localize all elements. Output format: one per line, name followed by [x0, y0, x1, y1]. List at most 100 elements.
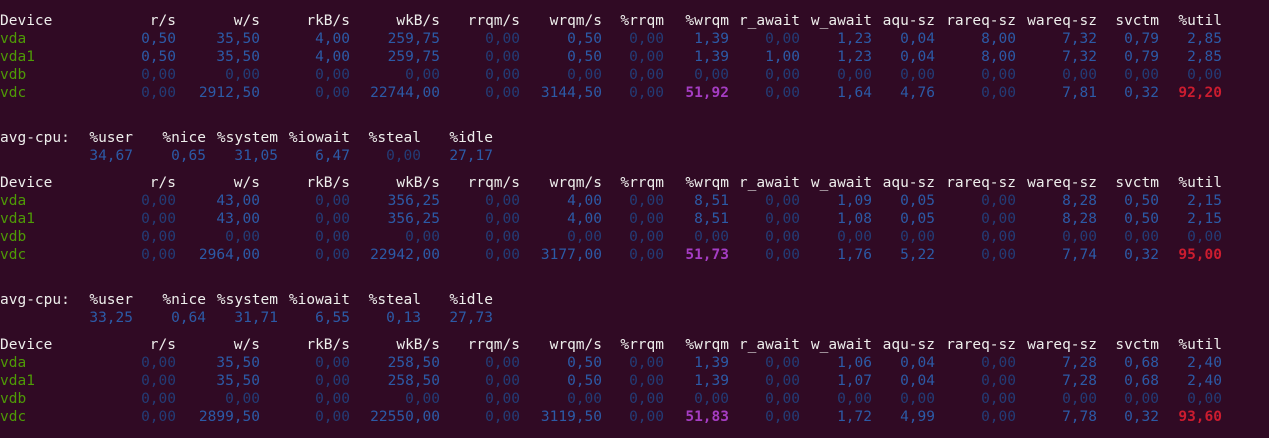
- value-w-await: 1,09: [837, 193, 872, 209]
- value-rkb-s: 0,00: [315, 67, 350, 83]
- device-name: vda1: [0, 211, 35, 227]
- value-svctm: 0,50: [1124, 211, 1159, 227]
- device-row-vdc: vdc 0,00 2899,50 0,00 22550,00 0,00 3119,50 0,0…: [0, 408, 1269, 426]
- device-row-vda: vda 0,00 35,50 0,00 258,50 0,00 0,50 0,00 1,39 0,…: [0, 354, 1269, 372]
- value-aqu-sz: 0,04: [900, 355, 935, 371]
- value-pct-rrqm: 0,00: [629, 31, 664, 47]
- value-pct-util: 2,15: [1187, 193, 1222, 209]
- device-name: vda1: [0, 373, 35, 389]
- value-w-await: 1,76: [837, 247, 872, 263]
- value-wareq-sz: 8,28: [1062, 211, 1097, 227]
- device-row-vdb: vdb 0,00 0,00 0,00 0,00 0,00 0,00 0,00 0,00 0,00 0…: [0, 66, 1269, 84]
- value-pct-util: 0,00: [1187, 67, 1222, 83]
- value-rrqm-s: 0,00: [485, 67, 520, 83]
- value-svctm: 0,50: [1124, 193, 1159, 209]
- value-aqu-sz: 4,76: [900, 85, 935, 101]
- value-pct-wrqm: 51,73: [685, 247, 729, 263]
- device-name: vda: [0, 31, 27, 47]
- cpu-header-row: avg-cpu: %user %nice %system %iowait %steal %i…: [0, 129, 1269, 147]
- value-wareq-sz: 7,32: [1062, 49, 1097, 65]
- cpu-value-iowait: 6,55: [315, 310, 350, 326]
- column-header-w-s: w/s: [233, 175, 260, 191]
- column-header-rareq-sz: rareq-sz: [946, 337, 1016, 353]
- terminal-window[interactable]: Device r/s w/s rkB/s wkB/s rrqm/s wrqm/s %rrqm%…: [0, 0, 1269, 438]
- value-r-s: 0,00: [141, 409, 176, 425]
- column-header-device: Device: [0, 13, 53, 29]
- column-header-r-await: r_await: [738, 13, 800, 29]
- value-aqu-sz: 0,00: [900, 67, 935, 83]
- value-wrqm-s: 0,50: [567, 49, 602, 65]
- value-w-await: 1,64: [837, 85, 872, 101]
- value-wrqm-s: 0,50: [567, 355, 602, 371]
- value-rkb-s: 0,00: [315, 229, 350, 245]
- column-header-svctm: svctm: [1115, 337, 1159, 353]
- value-rkb-s: 0,00: [315, 193, 350, 209]
- cpu-value-steal: 0,00: [386, 148, 421, 164]
- column-header-rrqm-s: rrqm/s: [467, 175, 520, 191]
- value-pct-wrqm: 8,51: [694, 211, 729, 227]
- value-rareq-sz: 8,00: [981, 31, 1016, 47]
- cpu-values-row: 33,25 0,64 31,71 6,55 0,13 27,73: [0, 309, 1269, 327]
- device-row-vdb: vdb 0,00 0,00 0,00 0,00 0,00 0,00 0,00 0,00 0,00 0…: [0, 228, 1269, 246]
- value-wrqm-s: 4,00: [567, 193, 602, 209]
- value-wareq-sz: 8,28: [1062, 193, 1097, 209]
- value-rkb-s: 0,00: [315, 211, 350, 227]
- value-pct-rrqm: 0,00: [629, 247, 664, 263]
- device-header-row: Device r/s w/s rkB/s wkB/s rrqm/s wrqm/s %rrqm%…: [0, 336, 1269, 354]
- value-rkb-s: 0,00: [315, 355, 350, 371]
- value-r-await: 0,00: [765, 409, 800, 425]
- value-pct-wrqm: 51,92: [685, 85, 729, 101]
- value-aqu-sz: 0,05: [900, 211, 935, 227]
- value-pct-util: 2,40: [1187, 373, 1222, 389]
- value-svctm: 0,68: [1124, 355, 1159, 371]
- cpu-value-idle: 27,73: [449, 310, 493, 326]
- value-wrqm-s: 3119,50: [540, 409, 602, 425]
- value-aqu-sz: 5,22: [900, 247, 935, 263]
- column-header-wareq-sz: wareq-sz: [1027, 13, 1097, 29]
- value-rareq-sz: 0,00: [981, 67, 1016, 83]
- value-aqu-sz: 0,00: [900, 229, 935, 245]
- value-w-s: 0,00: [225, 67, 260, 83]
- value-pct-util: 2,15: [1187, 211, 1222, 227]
- value-rrqm-s: 0,00: [485, 355, 520, 371]
- value-rrqm-s: 0,00: [485, 85, 520, 101]
- value-pct-util: 92,20: [1178, 85, 1222, 101]
- device-name: vda: [0, 355, 27, 371]
- column-header-r-s: r/s: [149, 13, 176, 29]
- column-header-pct-wrqm: %wrqm: [685, 337, 729, 353]
- value-wkb-s: 258,50: [387, 373, 440, 389]
- value-svctm: 0,79: [1124, 49, 1159, 65]
- column-header-device: Device: [0, 175, 53, 191]
- column-header-pct-util: %util: [1178, 175, 1222, 191]
- column-header-wkb-s: wkB/s: [396, 337, 440, 353]
- value-wareq-sz: 0,00: [1062, 229, 1097, 245]
- value-rrqm-s: 0,00: [485, 229, 520, 245]
- value-pct-util: 0,00: [1187, 391, 1222, 407]
- value-r-s: 0,00: [141, 193, 176, 209]
- value-pct-rrqm: 0,00: [629, 391, 664, 407]
- cpu-header-idle: %idle: [449, 130, 493, 146]
- value-rareq-sz: 0,00: [981, 247, 1016, 263]
- value-rrqm-s: 0,00: [485, 373, 520, 389]
- cpu-value-nice: 0,65: [171, 148, 206, 164]
- column-header-rkb-s: rkB/s: [306, 13, 350, 29]
- value-wkb-s: 259,75: [387, 49, 440, 65]
- column-header-rrqm-s: rrqm/s: [467, 337, 520, 353]
- cpu-header-row: avg-cpu: %user %nice %system %iowait %steal %i…: [0, 291, 1269, 309]
- value-w-s: 2899,50: [198, 409, 260, 425]
- value-svctm: 0,32: [1124, 247, 1159, 263]
- device-row-vda1: vda1 0,50 35,50 4,00 259,75 0,00 0,50 0,00 1,39 1…: [0, 48, 1269, 66]
- column-header-wkb-s: wkB/s: [396, 175, 440, 191]
- cpu-header-idle: %idle: [449, 292, 493, 308]
- value-pct-util: 2,85: [1187, 49, 1222, 65]
- value-rareq-sz: 0,00: [981, 391, 1016, 407]
- value-r-await: 0,00: [765, 373, 800, 389]
- value-rrqm-s: 0,00: [485, 409, 520, 425]
- value-rkb-s: 4,00: [315, 49, 350, 65]
- value-pct-rrqm: 0,00: [629, 49, 664, 65]
- value-wrqm-s: 0,50: [567, 373, 602, 389]
- column-header-wrqm-s: wrqm/s: [549, 175, 602, 191]
- value-r-s: 0,00: [141, 355, 176, 371]
- value-rrqm-s: 0,00: [485, 211, 520, 227]
- value-pct-rrqm: 0,00: [629, 373, 664, 389]
